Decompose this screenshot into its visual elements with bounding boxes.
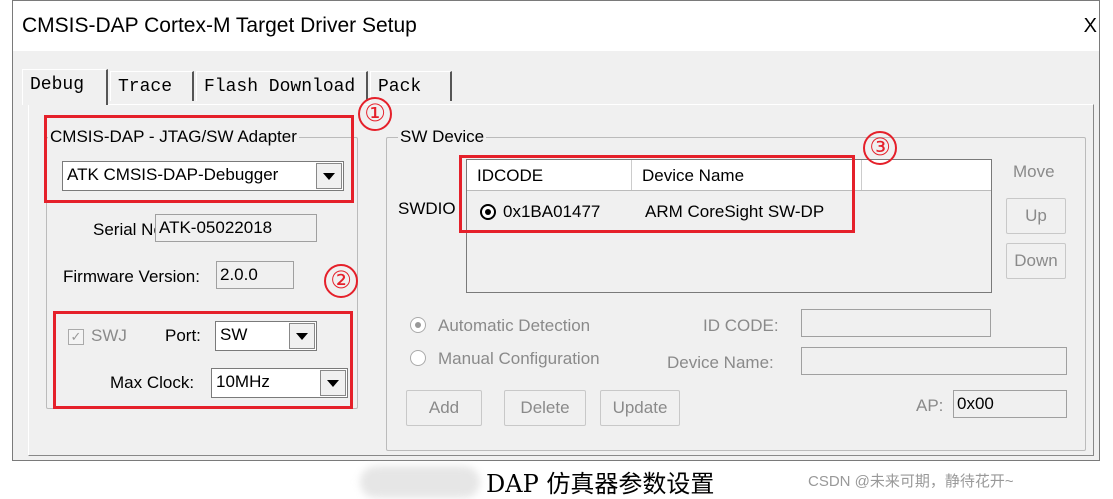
- swdio-label: SWDIO: [398, 199, 456, 218]
- tab-flash-download[interactable]: Flash Download: [196, 71, 368, 101]
- up-button[interactable]: Up: [1006, 198, 1066, 234]
- window-title: CMSIS-DAP Cortex-M Target Driver Setup: [22, 14, 417, 37]
- auto-detect-radio[interactable]: [410, 317, 426, 333]
- update-button[interactable]: Update: [600, 390, 680, 426]
- blurred-area: [360, 466, 480, 498]
- annotation-marker-three: ③: [863, 131, 897, 165]
- id-code-label: ID CODE:: [703, 316, 779, 335]
- setup-dialog: CMSIS-DAP Cortex-M Target Driver Setup X…: [12, 0, 1100, 461]
- manual-config-label: Manual Configuration: [438, 349, 600, 368]
- serial-field: ATK-05022018: [155, 214, 317, 242]
- annotation-marker-two: ②: [324, 264, 358, 298]
- firmware-label: Firmware Version:: [63, 267, 200, 286]
- ap-label: AP:: [916, 396, 944, 415]
- annotation-marker-one: ①: [358, 97, 392, 131]
- close-icon[interactable]: X: [1084, 15, 1097, 38]
- delete-button[interactable]: Delete: [504, 390, 586, 426]
- down-button[interactable]: Down: [1006, 243, 1066, 279]
- id-code-field[interactable]: [801, 309, 991, 337]
- tab-debug[interactable]: Debug: [22, 69, 108, 105]
- firmware-field: 2.0.0: [216, 261, 294, 289]
- manual-config-radio[interactable]: [410, 350, 426, 366]
- auto-detect-label: Automatic Detection: [438, 316, 591, 335]
- annotation-box-port-clock: [53, 311, 353, 409]
- annotation-box-device: [459, 155, 855, 233]
- sw-device-group-label: SW Device: [398, 127, 487, 147]
- device-name-field[interactable]: [801, 347, 1067, 375]
- device-name-label: Device Name:: [667, 353, 774, 372]
- tab-pack[interactable]: Pack: [370, 71, 452, 101]
- ap-field[interactable]: 0x00: [953, 390, 1067, 418]
- move-label: Move: [1013, 162, 1055, 181]
- title-bar: CMSIS-DAP Cortex-M Target Driver Setup X: [13, 1, 1099, 51]
- figure-caption: DAP 仿真器参数设置: [486, 470, 715, 498]
- csdn-watermark: CSDN @未来可期，静待花开~: [808, 473, 1014, 490]
- add-button[interactable]: Add: [406, 390, 482, 426]
- annotation-box-adapter: [44, 115, 354, 203]
- tab-trace[interactable]: Trace: [110, 71, 194, 101]
